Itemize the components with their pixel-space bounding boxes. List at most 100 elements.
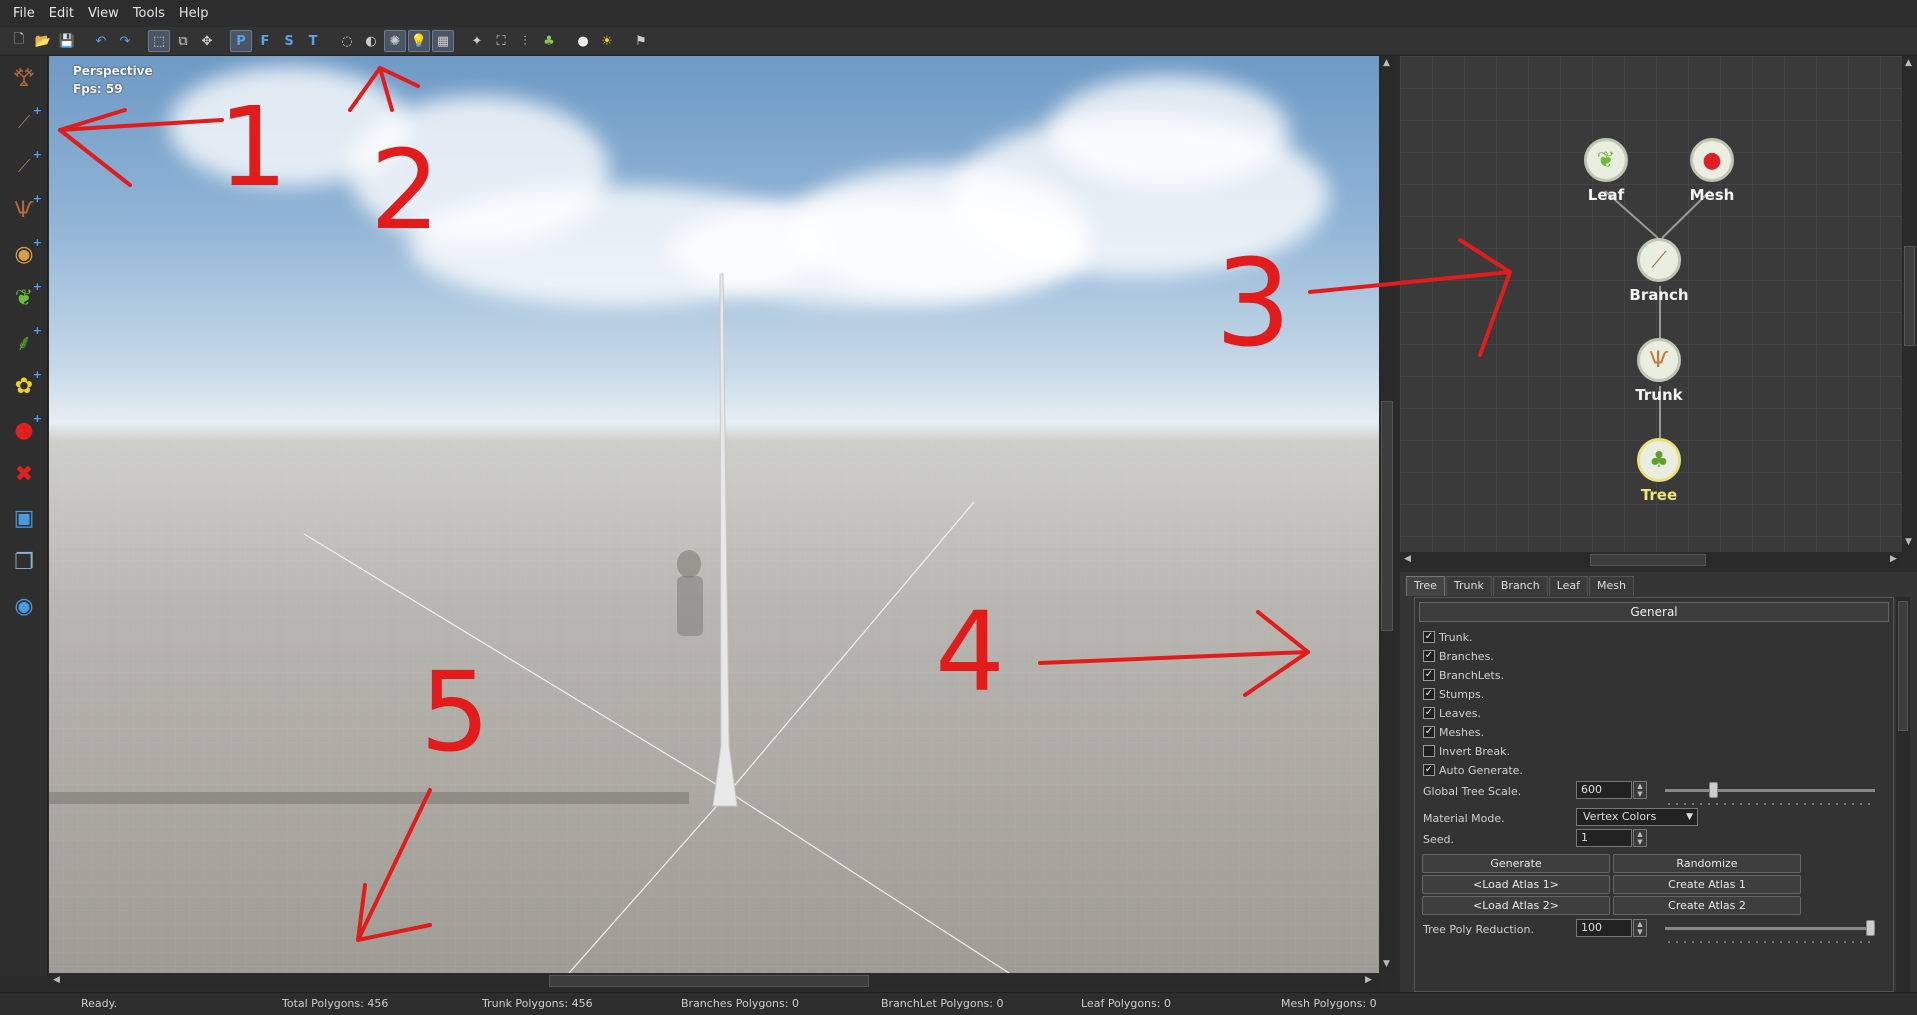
magic-wand-icon[interactable]: ✦ — [466, 30, 488, 52]
tab-tree[interactable]: Tree — [1406, 576, 1445, 596]
branchlets-checkbox-row[interactable]: ✓ BranchLets. — [1423, 666, 1504, 684]
add-flower-tool[interactable]: ✿ + — [0, 364, 48, 408]
create-atlas-1-button[interactable]: Create Atlas 1 — [1613, 875, 1801, 894]
tab-trunk[interactable]: Trunk — [1445, 576, 1492, 596]
global-scale-slider[interactable] — [1665, 789, 1875, 792]
meshes-checkbox-row[interactable]: ✓ Meshes. — [1423, 723, 1484, 741]
shaded-icon[interactable]: ◐ — [360, 30, 382, 52]
new-file-icon[interactable]: 🗋 — [8, 30, 30, 52]
seed-input[interactable]: 1 — [1576, 829, 1632, 847]
top-view-button[interactable]: T — [302, 30, 324, 52]
stumps-checkbox-row[interactable]: ✓ Stumps. — [1423, 685, 1484, 703]
meshes-checkbox[interactable]: ✓ — [1423, 726, 1435, 738]
poly-reduction-input[interactable]: 100 — [1576, 919, 1632, 937]
seed-stepper[interactable]: ▲ ▼ — [1633, 829, 1647, 847]
wireframe-icon[interactable]: ◌ — [336, 30, 358, 52]
tab-branch[interactable]: Branch — [1492, 576, 1548, 596]
poly-reduction-slider-handle[interactable] — [1866, 920, 1875, 936]
add-branch-tool[interactable]: ⟋ + — [0, 100, 48, 144]
trunk-checkbox-row[interactable]: ✓ Trunk. — [1423, 628, 1472, 646]
left-tool-panel: 𐂷 ⟋ + ⟋ + Ѱ + ◉ + ❦ + ⸙ + ✿ + ● + ✖ ▣ ❐ ◉ — [0, 56, 48, 976]
visibility-tool[interactable]: ◉ — [0, 584, 48, 628]
branches-checkbox-row[interactable]: ✓ Branches. — [1423, 647, 1494, 665]
leaves-checkbox[interactable]: ✓ — [1423, 707, 1435, 719]
tab-mesh[interactable]: Mesh — [1589, 576, 1634, 596]
poly-reduction-stepper[interactable]: ▲ ▼ — [1633, 919, 1647, 937]
save-icon[interactable]: 💾 — [56, 30, 78, 52]
sun-icon[interactable]: ☀ — [596, 30, 618, 52]
lighting-icon[interactable]: 💡 — [408, 30, 430, 52]
open-folder-icon[interactable]: 📂 — [32, 30, 54, 52]
node-graph[interactable]: ❦ Leaf ● Mesh ⟋ Branch Ѱ Trunk ♣ Tree — [1400, 56, 1902, 552]
tree-shadow — [49, 792, 689, 804]
copy-tool[interactable]: ❐ — [0, 540, 48, 584]
node-leaf[interactable]: ❦ Leaf — [1566, 138, 1646, 204]
randomize-button[interactable]: Randomize — [1613, 854, 1801, 873]
ground-grid — [49, 366, 1379, 973]
delete-tool[interactable]: ✖ — [0, 452, 48, 496]
select-tool-icon[interactable]: ⬚ — [148, 30, 170, 52]
textured-icon[interactable]: ✺ — [384, 30, 406, 52]
add-trunk-tool[interactable]: 𐂷 — [0, 56, 48, 100]
front-view-button[interactable]: F — [254, 30, 276, 52]
load-atlas-1-button[interactable]: <Load Atlas 1> — [1422, 875, 1610, 894]
menu-help[interactable]: Help — [172, 0, 216, 27]
undo-icon[interactable]: ↶ — [90, 30, 112, 52]
stumps-checkbox[interactable]: ✓ — [1423, 688, 1435, 700]
branches-checkbox[interactable]: ✓ — [1423, 650, 1435, 662]
branchlets-checkbox[interactable]: ✓ — [1423, 669, 1435, 681]
sphere-icon[interactable]: ● — [572, 30, 594, 52]
node-tree[interactable]: ♣ Tree — [1619, 438, 1699, 504]
seed-label: Seed. — [1423, 833, 1454, 846]
graph-vertical-scrollbar[interactable]: ▲ ▼ — [1902, 56, 1917, 552]
add-roots-tool[interactable]: Ѱ + — [0, 188, 48, 232]
create-atlas-2-button[interactable]: Create Atlas 2 — [1613, 896, 1801, 915]
properties-vertical-scrollbar[interactable] — [1896, 597, 1910, 992]
global-scale-stepper[interactable]: ▲ ▼ — [1633, 781, 1647, 799]
add-mesh-tool[interactable]: ● + — [0, 408, 48, 452]
export-tool[interactable]: ▣ — [0, 496, 48, 540]
tree-preview-icon[interactable]: ♣ — [538, 30, 560, 52]
redo-icon[interactable]: ↷ — [114, 30, 136, 52]
general-section-header[interactable]: General — [1419, 602, 1889, 622]
poly-reduction-slider[interactable] — [1665, 927, 1875, 930]
viewport-vertical-scrollbar[interactable]: ▲ ▼ — [1379, 56, 1395, 973]
generate-button[interactable]: Generate — [1422, 854, 1610, 873]
global-scale-slider-ticks — [1665, 803, 1875, 805]
frame-icon[interactable]: ⛶ — [490, 30, 512, 52]
viewport-horizontal-scrollbar[interactable]: ◀ ▶ — [49, 973, 1379, 989]
graph-horizontal-scrollbar[interactable]: ◀ ▶ — [1400, 552, 1902, 568]
add-fern-tool[interactable]: ⸙ + — [0, 320, 48, 364]
invert-break-checkbox[interactable] — [1423, 745, 1435, 757]
eye-icon: ◉ — [14, 593, 34, 619]
material-mode-dropdown[interactable]: Vertex Colors ▼ — [1576, 808, 1698, 826]
tab-leaf[interactable]: Leaf — [1548, 576, 1589, 596]
move-tool-icon[interactable]: ✥ — [196, 30, 218, 52]
global-scale-slider-handle[interactable] — [1709, 782, 1719, 798]
node-mesh[interactable]: ● Mesh — [1672, 138, 1752, 204]
menu-view[interactable]: View — [81, 0, 126, 27]
node-trunk[interactable]: Ѱ Trunk — [1619, 338, 1699, 404]
auto-generate-checkbox[interactable]: ✓ — [1423, 764, 1435, 776]
node-branch[interactable]: ⟋ Branch — [1619, 238, 1699, 304]
wind-icon[interactable]: ⚑ — [630, 30, 652, 52]
leaves-checkbox-row[interactable]: ✓ Leaves. — [1423, 704, 1481, 722]
grid-icon[interactable]: ▦ — [432, 30, 454, 52]
side-view-button[interactable]: S — [278, 30, 300, 52]
menu-file[interactable]: File — [6, 0, 42, 27]
scale-tool-icon[interactable]: ⧉ — [172, 30, 194, 52]
load-atlas-2-button[interactable]: <Load Atlas 2> — [1422, 896, 1610, 915]
add-leaf-tool[interactable]: ❦ + — [0, 276, 48, 320]
invert-break-checkbox-row[interactable]: Invert Break. — [1423, 742, 1510, 760]
tree-structure-icon[interactable]: ⫶ — [514, 30, 536, 52]
auto-generate-checkbox-row[interactable]: ✓ Auto Generate. — [1423, 761, 1523, 779]
3d-viewport[interactable]: Perspective Fps: 59 — [49, 56, 1379, 973]
global-scale-input[interactable]: 600 — [1576, 781, 1632, 799]
trunk-checkbox[interactable]: ✓ — [1423, 631, 1435, 643]
menu-edit[interactable]: Edit — [42, 0, 81, 27]
menu-tools[interactable]: Tools — [126, 0, 172, 27]
add-branchlet-tool[interactable]: ⟋ + — [0, 144, 48, 188]
status-trunk-polygons: Trunk Polygons: 456 — [482, 997, 593, 1010]
perspective-view-button[interactable]: P — [230, 30, 252, 52]
add-stump-tool[interactable]: ◉ + — [0, 232, 48, 276]
